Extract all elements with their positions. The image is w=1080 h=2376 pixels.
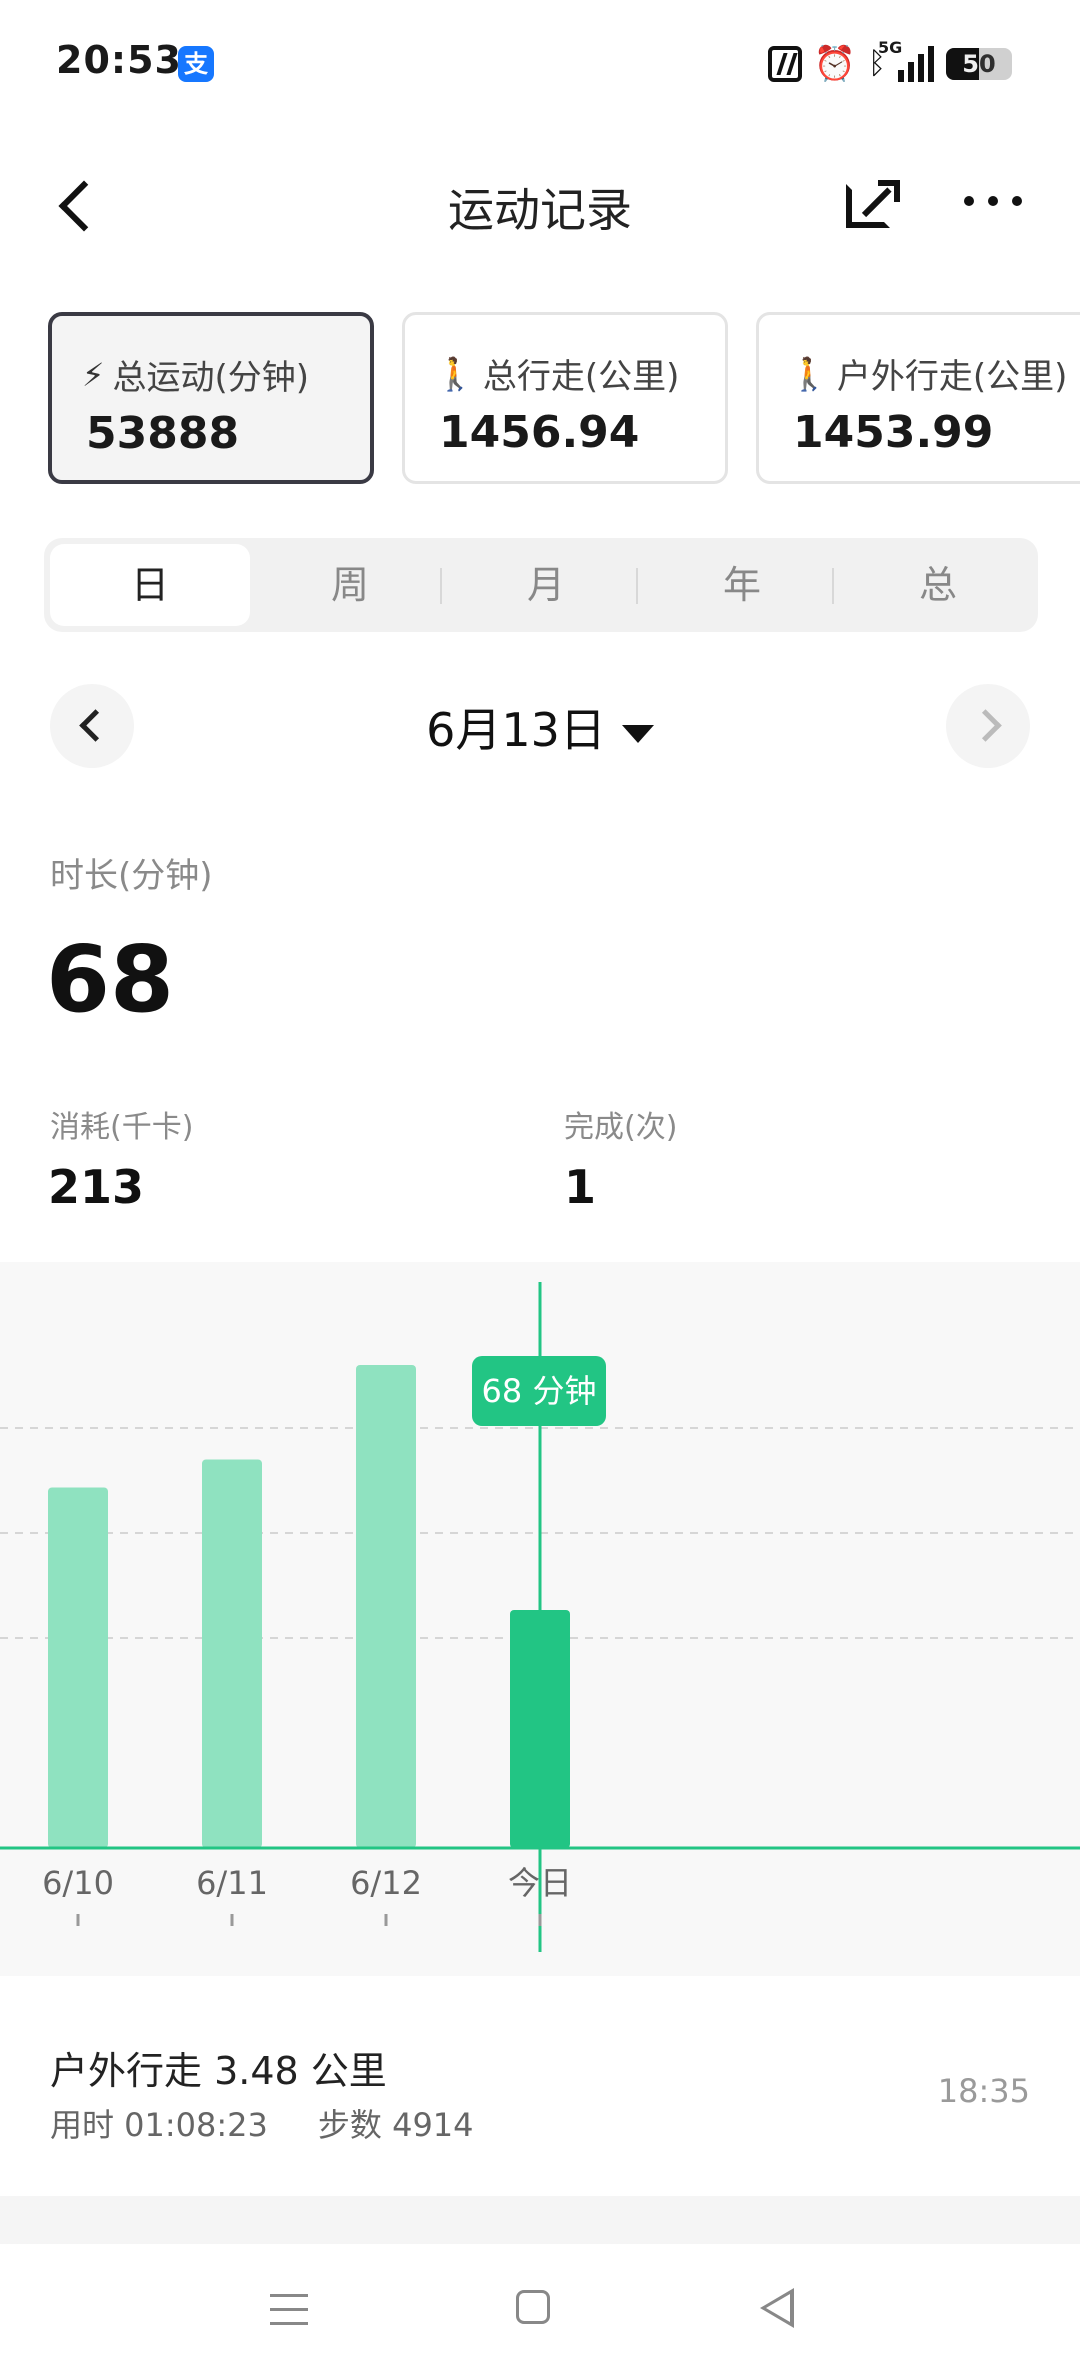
period-tabs: 日 周 月 年 总 (44, 538, 1038, 632)
network-type: 5G (878, 38, 903, 57)
chart-bar (202, 1459, 262, 1848)
more-icon[interactable] (964, 196, 1034, 216)
duration-chart[interactable]: 6/10 6/11 6/12 今日 68 分钟 (0, 1262, 1080, 1976)
tab-year[interactable]: 年 (642, 544, 842, 626)
menu-icon[interactable] (270, 2294, 308, 2326)
duration-value: 68 (46, 926, 175, 1033)
chart-tick-label: 6/12 (350, 1864, 422, 1902)
tab-day[interactable]: 日 (50, 544, 250, 626)
status-icons: ⏰ ᛒ 5G 50 (767, 38, 1012, 86)
tab-separator (832, 568, 834, 604)
tab-month[interactable]: 月 (446, 544, 646, 626)
tab-week[interactable]: 周 (250, 544, 450, 626)
chart-bar (356, 1365, 416, 1848)
card-total-walk[interactable]: 🚶 总行走(公里) 1456.94 (402, 312, 728, 484)
count-value: 1 (564, 1160, 597, 1214)
count-label: 完成(次) (564, 1110, 678, 1145)
battery-level: 50 (962, 50, 996, 78)
status-bar: 20:53 支 ⏰ ᛒ 5G 50 (0, 0, 1080, 130)
activity-steps: 步数 4914 (317, 2106, 474, 2144)
date-next-button[interactable] (946, 684, 1030, 768)
card-value: 1456.94 (439, 407, 640, 458)
card-label: 总运动(分钟) (112, 358, 309, 398)
card-outdoor-walk[interactable]: 🚶 户外行走(公里) 1453.99 (756, 312, 1080, 484)
alipay-icon: 支 (178, 46, 214, 82)
back-triangle-icon[interactable] (760, 2288, 794, 2328)
lightning-icon: ⚡ (82, 355, 105, 394)
activity-record[interactable]: 户外行走 3.48 公里 用时 01:08:23 步数 4914 18:35 (0, 2000, 1080, 2196)
alarm-icon: ⏰ (813, 44, 856, 84)
card-label: 总行走(公里) (482, 357, 680, 397)
walk-icon: 🚶 (435, 354, 475, 393)
nfc-icon (767, 46, 802, 82)
tab-separator (636, 568, 638, 604)
home-icon[interactable] (516, 2290, 550, 2324)
card-value: 1453.99 (793, 407, 994, 458)
chart-tick-label: 6/10 (42, 1864, 114, 1902)
activity-time: 18:35 (937, 2072, 1030, 2110)
share-icon[interactable] (840, 176, 900, 236)
status-time: 20:53 (56, 38, 182, 82)
duration-label: 时长(分钟) (50, 856, 213, 896)
activity-title: 户外行走 3.48 公里 (50, 2049, 387, 2093)
date-label: 6月13日 (426, 703, 606, 757)
chart-bar (510, 1610, 570, 1848)
system-nav-bar (0, 2244, 1080, 2376)
card-total-exercise[interactable]: ⚡ 总运动(分钟) 53888 (48, 312, 374, 484)
chart-tooltip: 68 分钟 (472, 1356, 606, 1426)
page-title: 运动记录 (448, 183, 632, 237)
calories-value: 213 (48, 1160, 145, 1214)
activity-duration: 用时 01:08:23 (50, 2106, 268, 2144)
battery-icon: 50 (946, 48, 1012, 80)
dropdown-caret-icon (621, 724, 654, 743)
tab-total[interactable]: 总 (838, 544, 1038, 626)
section-divider (0, 2196, 1080, 2244)
date-selector[interactable]: 6月13日 (0, 694, 1080, 760)
app-header: 运动记录 (0, 140, 1080, 270)
signal-icon: 5G (878, 38, 934, 82)
calories-label: 消耗(千卡) (50, 1110, 194, 1145)
tab-separator (440, 568, 442, 604)
chart-bar (48, 1487, 108, 1848)
chart-tick-label: 今日 (508, 1864, 572, 1902)
card-label: 户外行走(公里) (836, 357, 1068, 397)
chart-tick-label: 6/11 (196, 1864, 268, 1902)
walk-icon: 🚶 (789, 354, 829, 393)
summary-cards: ⚡ 总运动(分钟) 53888 🚶 总行走(公里) 1456.94 🚶 户外行走… (48, 312, 1080, 492)
card-value: 53888 (86, 408, 240, 459)
activity-details: 用时 01:08:23 步数 4914 (50, 2100, 474, 2146)
